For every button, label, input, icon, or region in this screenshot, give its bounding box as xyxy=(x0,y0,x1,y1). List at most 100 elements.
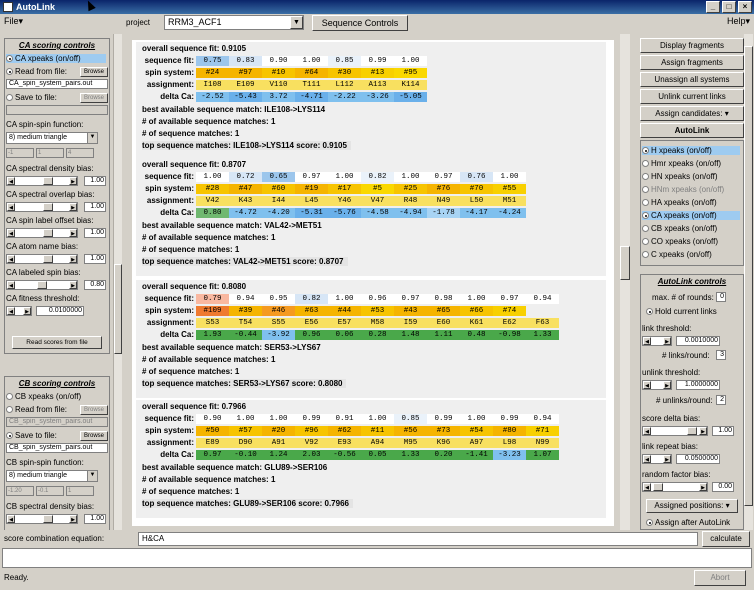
xpeaks-toggle[interactable]: CA xpeaks (on/off) xyxy=(642,211,740,220)
scrollbar-thumb[interactable] xyxy=(744,46,753,506)
arrow-left-icon[interactable]: ◀ xyxy=(7,255,15,263)
delta-cell[interactable]: -0.56 xyxy=(328,450,361,460)
fit-cell[interactable]: 1.00 xyxy=(394,56,427,66)
unlink-current-button[interactable]: Unlink current links xyxy=(640,89,744,104)
delta-cell[interactable]: 1.93 xyxy=(196,330,229,340)
fit-cell[interactable]: 0.97 xyxy=(493,294,526,304)
spin-cell[interactable]: #47 xyxy=(229,184,262,194)
ca-save-browse-button[interactable]: Browse xyxy=(80,93,108,103)
cb-save-file-input[interactable]: CB_spin_system_pairs.out xyxy=(6,443,108,453)
fit-cell[interactable]: 0.99 xyxy=(493,414,526,424)
assign-cell[interactable]: V47 xyxy=(361,196,394,206)
arrow-left-icon[interactable]: ◀ xyxy=(643,337,651,345)
slider-thumb[interactable] xyxy=(37,281,47,289)
delta-cell[interactable]: -5.31 xyxy=(295,208,328,218)
spin-cell[interactable]: #109 xyxy=(196,306,229,316)
assign-cell[interactable]: T54 xyxy=(229,318,262,328)
chevron-down-icon[interactable]: ▼ xyxy=(290,16,303,29)
assign-cell[interactable]: T111 xyxy=(295,80,328,90)
spin-cell[interactable]: #70 xyxy=(460,184,493,194)
spin-cell[interactable]: #63 xyxy=(295,306,328,316)
spin-cell[interactable]: #64 xyxy=(295,68,328,78)
assign-cell[interactable]: E62 xyxy=(493,318,526,328)
read-scores-button[interactable]: Read scores from file xyxy=(12,336,102,349)
unlinks-per-round-input[interactable]: 2 xyxy=(716,395,726,405)
help-menu[interactable]: Help▾ xyxy=(727,16,750,27)
arrow-right-icon[interactable]: ▶ xyxy=(69,255,77,263)
spin-cell[interactable]: #53 xyxy=(361,306,394,316)
ca-read-file-radio[interactable]: Read from file: xyxy=(6,67,67,76)
project-select[interactable]: RRM3_ACF1 ▼ xyxy=(164,15,304,30)
spin-cell[interactable]: #73 xyxy=(427,426,460,436)
fit-cell[interactable]: 1.00 xyxy=(196,172,229,182)
fit-cell[interactable]: 0.65 xyxy=(262,172,295,182)
cb-param-2[interactable]: -0.1 xyxy=(36,486,64,496)
spin-cell[interactable]: #39 xyxy=(229,306,262,316)
ca-read-browse-button[interactable]: Browse xyxy=(80,67,108,77)
assign-cell[interactable]: K43 xyxy=(229,196,262,206)
assign-cell[interactable]: A91 xyxy=(262,438,295,448)
slider-thumb[interactable] xyxy=(687,427,697,435)
ca-spectral-overlap-slider[interactable]: ◀ ▶ xyxy=(6,202,78,212)
delta-cell[interactable]: -5.76 xyxy=(328,208,361,218)
ca-param-2[interactable]: 1 xyxy=(36,148,64,158)
assign-cell[interactable]: A94 xyxy=(361,438,394,448)
delta-cell[interactable]: 0.06 xyxy=(328,330,361,340)
link-repeat-slider[interactable]: ◀ ▶ xyxy=(642,454,672,464)
assign-cell[interactable]: L112 xyxy=(328,80,361,90)
fit-cell[interactable]: 0.91 xyxy=(328,414,361,424)
assign-cell[interactable]: M58 xyxy=(361,318,394,328)
cb-read-file-input[interactable]: CB_spin_system_pairs.out xyxy=(6,417,108,427)
xpeaks-toggle[interactable]: HNm xpeaks (on/off) xyxy=(642,185,740,194)
cb-spin-function-select[interactable]: 8) medium triangle ▼ xyxy=(6,470,98,482)
delta-cell[interactable]: -4.24 xyxy=(493,208,526,218)
ca-read-file-input[interactable]: CA_spin_system_pairs.out xyxy=(6,79,108,89)
arrow-left-icon[interactable]: ◀ xyxy=(643,483,651,491)
spin-cell[interactable]: #24 xyxy=(196,68,229,78)
delta-cell[interactable]: 1.33 xyxy=(526,330,559,340)
assign-cell[interactable]: I44 xyxy=(262,196,295,206)
delta-cell[interactable]: -3.23 xyxy=(493,450,526,460)
delta-cell[interactable]: -5.05 xyxy=(394,92,427,102)
cb-save-browse-button[interactable]: Browse xyxy=(80,431,108,441)
random-factor-slider[interactable]: ◀ ▶ xyxy=(642,482,708,492)
spin-cell[interactable]: #97 xyxy=(229,68,262,78)
scrollbar-thumb[interactable] xyxy=(114,264,122,354)
slider-thumb[interactable] xyxy=(43,255,53,263)
fit-cell[interactable]: 1.00 xyxy=(394,172,427,182)
delta-cell[interactable]: -2.52 xyxy=(196,92,229,102)
fit-cell[interactable]: 0.94 xyxy=(526,414,559,424)
arrow-left-icon[interactable]: ◀ xyxy=(7,307,15,315)
assign-cell[interactable]: L45 xyxy=(295,196,328,206)
ca-labeled-spin-slider[interactable]: ◀ ▶ xyxy=(6,280,78,290)
delta-cell[interactable]: 0.80 xyxy=(196,208,229,218)
spin-cell[interactable]: #95 xyxy=(394,68,427,78)
fit-cell[interactable]: 0.76 xyxy=(460,172,493,182)
delta-cell[interactable]: 1.48 xyxy=(394,330,427,340)
delta-cell[interactable]: 0.28 xyxy=(361,330,394,340)
score-delta-slider[interactable]: ◀ ▶ xyxy=(642,426,708,436)
ca-spin-function-select[interactable]: 8) medium triangle ▼ xyxy=(6,132,98,144)
arrow-left-icon[interactable]: ◀ xyxy=(7,515,15,523)
ca-labeled-spin-value[interactable]: 0.80 xyxy=(84,280,106,290)
fit-cell[interactable]: 1.00 xyxy=(229,414,262,424)
cb-xpeaks-toggle[interactable]: CB xpeaks (on/off) xyxy=(6,392,81,401)
ca-fitness-value[interactable]: 0.0100000 xyxy=(36,306,84,316)
xpeaks-toggle[interactable]: C xpeaks (on/off) xyxy=(642,250,740,259)
fit-cell[interactable]: 1.00 xyxy=(328,294,361,304)
arrow-right-icon[interactable]: ▶ xyxy=(699,427,707,435)
arrow-right-icon[interactable]: ▶ xyxy=(69,515,77,523)
slider-thumb[interactable] xyxy=(653,483,663,491)
spin-cell[interactable]: #19 xyxy=(295,184,328,194)
abort-button[interactable]: Abort xyxy=(694,570,746,586)
fit-cell[interactable]: 0.97 xyxy=(295,172,328,182)
equation-input[interactable]: H&CA xyxy=(138,532,698,546)
fit-cell[interactable]: 1.00 xyxy=(460,294,493,304)
delta-cell[interactable]: 0.20 xyxy=(427,450,460,460)
delta-cell[interactable]: -0.44 xyxy=(229,330,262,340)
spin-cell[interactable]: #71 xyxy=(526,426,559,436)
arrow-right-icon[interactable]: ▶ xyxy=(663,455,671,463)
xpeaks-toggle[interactable]: Hmr xpeaks (on/off) xyxy=(642,159,740,168)
delta-cell[interactable]: -4.17 xyxy=(460,208,493,218)
fit-cell[interactable]: 0.79 xyxy=(196,294,229,304)
